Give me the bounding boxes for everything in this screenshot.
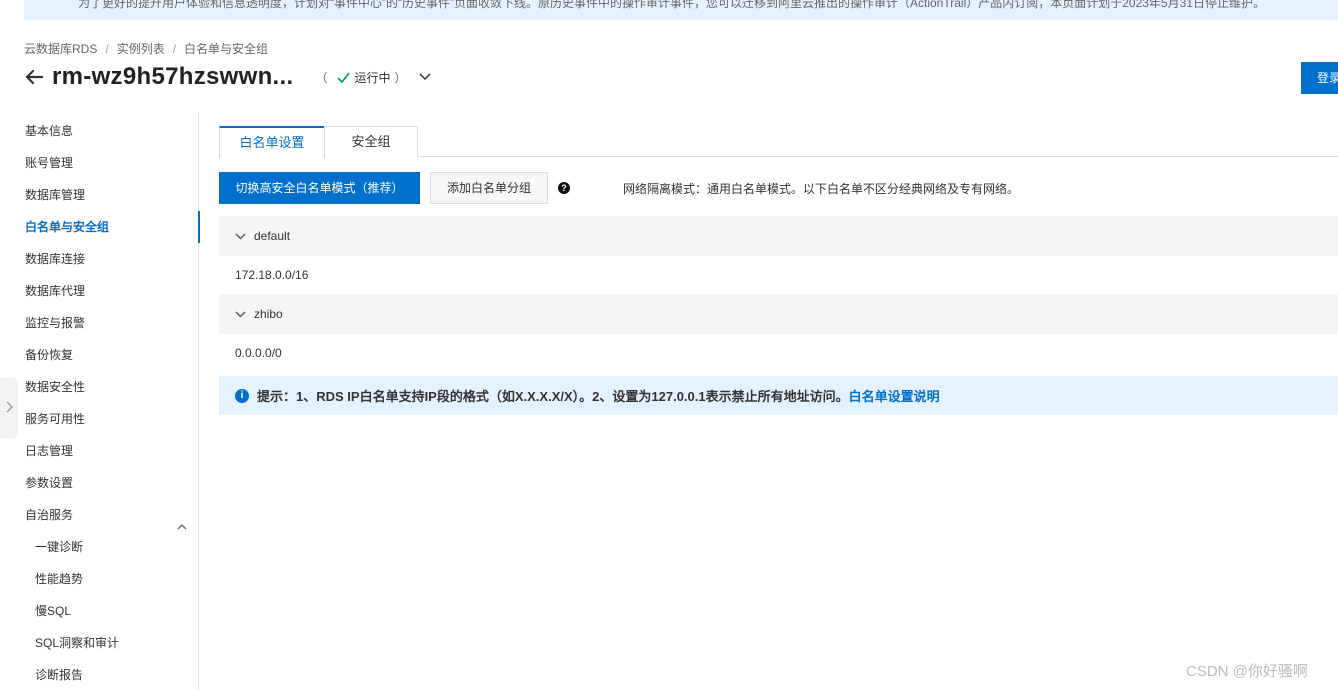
breadcrumb: 云数据库RDS / 实例列表 / 白名单与安全组 xyxy=(24,40,268,57)
chevron-down-icon xyxy=(235,311,246,318)
sidebar-subitem-report[interactable]: 诊断报告 xyxy=(35,659,209,690)
sidebar-collapse-toggle[interactable] xyxy=(0,378,18,438)
page-title: rm-wz9h57hzswwn... xyxy=(52,63,294,90)
add-whitelist-group-button[interactable]: 添加白名单分组 xyxy=(430,172,548,204)
instance-status[interactable]: （ 运行中 ） xyxy=(311,69,431,86)
whitelist-group-header[interactable]: zhibo xyxy=(219,294,1338,334)
sidebar-item-data-security[interactable]: 数据安全性 xyxy=(25,371,199,403)
sidebar-item-autonomy[interactable]: 自治服务 xyxy=(25,499,199,531)
tab-whitelist-settings[interactable]: 白名单设置 xyxy=(219,126,325,158)
sidebar-subitem-diagnosis[interactable]: 一键诊断 xyxy=(35,531,209,563)
breadcrumb-item-rds[interactable]: 云数据库RDS xyxy=(24,42,97,56)
chevron-down-icon xyxy=(235,233,246,240)
tip-text: 提示：1、RDS IP白名单支持IP段的格式（如X.X.X.X/X）。2、设置为… xyxy=(257,389,849,404)
login-database-button[interactable]: 登录数据库 xyxy=(1301,62,1338,94)
help-icon[interactable]: ? xyxy=(558,182,570,194)
sidebar-item-logs[interactable]: 日志管理 xyxy=(25,435,199,467)
back-arrow-icon[interactable] xyxy=(24,67,44,87)
sidebar-subitem-performance[interactable]: 性能趋势 xyxy=(35,563,209,595)
status-paren-open: （ xyxy=(315,70,328,85)
whitelist-group-ips: 172.18.0.0/16 xyxy=(235,268,309,282)
chevron-right-icon xyxy=(5,401,13,416)
whitelist-help-link[interactable]: 白名单设置说明 xyxy=(849,386,940,405)
sidebar-subitem-slow-sql[interactable]: 慢SQL xyxy=(35,595,209,627)
switch-high-security-mode-button[interactable]: 切换高安全白名单模式（推荐） xyxy=(219,172,420,204)
chevron-down-icon[interactable] xyxy=(418,73,431,81)
breadcrumb-separator: / xyxy=(105,42,109,56)
info-icon: i xyxy=(235,388,249,403)
notice-text: 为了更好的提升用户体验和信息透明度，计划对“事件中心”的“历史事件”页面收敛下线… xyxy=(78,0,1265,10)
network-mode-text: 网络隔离模式：通用白名单模式。以下白名单不区分经典网络及专有网络。 xyxy=(623,182,1020,196)
status-label: 运行中 xyxy=(354,70,391,85)
whitelist-group-name: default xyxy=(254,229,291,243)
whitelist-group-name: zhibo xyxy=(254,307,283,321)
watermark: CSDN @你好骚啊 xyxy=(1186,663,1308,680)
notice-banner: 为了更好的提升用户体验和信息透明度，计划对“事件中心”的“历史事件”页面收敛下线… xyxy=(24,0,1338,20)
sidebar: 基本信息 账号管理 数据库管理 白名单与安全组 数据库连接 数据库代理 监控与报… xyxy=(0,112,200,690)
status-paren-close: ） xyxy=(394,70,407,85)
breadcrumb-separator: / xyxy=(172,42,177,56)
sidebar-item-whitelist-security[interactable]: 白名单与安全组 xyxy=(25,211,200,243)
breadcrumb-item-instances[interactable]: 实例列表 xyxy=(117,42,165,56)
sidebar-item-basic-info[interactable]: 基本信息 xyxy=(25,115,199,147)
breadcrumb-item-current: 白名单与安全组 xyxy=(184,42,269,56)
sidebar-item-databases[interactable]: 数据库管理 xyxy=(25,179,199,211)
sidebar-item-availability[interactable]: 服务可用性 xyxy=(25,403,199,435)
tip-banner: i 提示：1、RDS IP白名单支持IP段的格式（如X.X.X.X/X）。2、设… xyxy=(219,376,1338,415)
sidebar-item-backup[interactable]: 备份恢复 xyxy=(25,339,199,371)
sidebar-item-db-connection[interactable]: 数据库连接 xyxy=(25,243,199,275)
page-header: rm-wz9h57hzswwn... （ 运行中 ） xyxy=(24,60,431,94)
tab-bar: 白名单设置 安全组 xyxy=(219,126,1338,158)
whitelist-group-header[interactable]: default xyxy=(219,216,1338,256)
tab-security-group[interactable]: 安全组 xyxy=(324,126,418,157)
sidebar-item-monitoring[interactable]: 监控与报警 xyxy=(25,307,199,339)
sidebar-item-db-proxy[interactable]: 数据库代理 xyxy=(25,275,199,307)
sidebar-item-accounts[interactable]: 账号管理 xyxy=(25,147,199,179)
check-icon xyxy=(337,71,351,83)
sidebar-subitem-sql-audit[interactable]: SQL洞察和审计 xyxy=(35,627,209,659)
sidebar-item-label: 自治服务 xyxy=(25,508,74,522)
sidebar-item-parameters[interactable]: 参数设置 xyxy=(25,467,199,499)
whitelist-group-ips: 0.0.0.0/0 xyxy=(235,346,282,360)
